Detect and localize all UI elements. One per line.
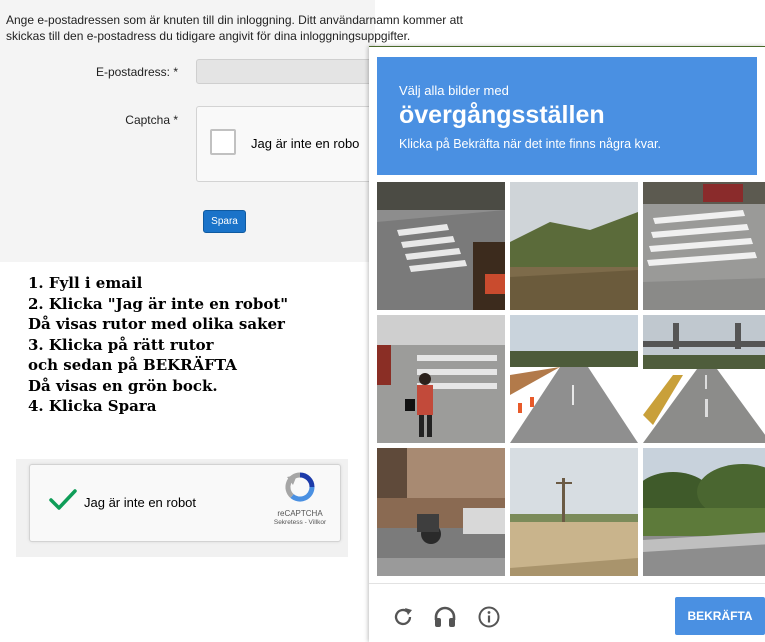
challenge-header: Välj alla bilder med övergångsställen Kl… [377,57,757,175]
challenge-hint: Klicka på Bekräfta när det inte finns nå… [399,137,661,151]
image-tile[interactable] [643,182,765,310]
instruction-line: 2. Klicka "Jag är inte en robot" [28,294,289,313]
instruction-line: 4. Klicka Spara [28,397,157,415]
recaptcha-widget[interactable]: Jag är inte en robot reCAPTCHA Sekretess… [29,464,341,542]
captcha-challenge-dialog: Välj alla bilder med övergångsställen Kl… [369,46,765,642]
image-tile[interactable] [510,315,638,443]
instruction-line: 3. Klicka på rätt rutor [28,335,214,354]
captcha-text: Jag är inte en robo [251,136,360,151]
intro-text: Ange e-postadressen som är knuten till d… [6,12,546,44]
footer-divider [369,583,765,584]
audio-icon[interactable] [431,603,459,631]
image-tile[interactable] [377,315,505,443]
challenge-target: övergångsställen [399,101,605,129]
image-tile[interactable] [510,182,638,310]
instruction-line: Då visas en grön bock. [28,376,218,395]
captcha-label: Captcha * [125,113,178,127]
captcha-checkbox[interactable] [210,129,236,155]
email-label: E-postadress: * [95,65,178,79]
instruction-line: och sedan på BEKRÄFTA [28,356,237,374]
recaptcha-brand: reCAPTCHA [277,509,323,518]
save-button[interactable]: Spara [203,210,246,233]
image-tile[interactable] [510,448,638,576]
info-icon[interactable] [475,603,503,631]
image-tile[interactable] [643,315,765,443]
recaptcha-links[interactable]: Sekretess - Villkor [269,519,331,526]
intro-line-2: skickas till den e-postadress du tidigar… [6,29,411,43]
image-tile[interactable] [377,182,505,310]
recaptcha-example: Jag är inte en robot reCAPTCHA Sekretess… [16,459,348,557]
instruction-line: Då visas rutor med olika saker [28,315,285,333]
verify-button[interactable]: BEKRÄFTA [675,597,765,635]
intro-line-1: Ange e-postadressen som är knuten till d… [6,13,463,27]
recaptcha-label: Jag är inte en robot [84,495,197,510]
checkmark-icon [49,489,77,510]
instruction-line: 1. Fyll i email [28,274,143,292]
challenge-instruction: Välj alla bilder med [399,83,509,98]
email-field[interactable] [196,59,386,84]
image-tile[interactable] [377,448,505,576]
instructions: 1. Fyll i email 2. Klicka "Jag är inte e… [28,273,288,417]
recaptcha-icon [285,472,315,502]
captcha-widget[interactable]: Jag är inte en robo [196,106,396,182]
image-tile[interactable] [643,448,765,576]
reload-icon[interactable] [389,603,417,631]
recaptcha-logo: reCAPTCHA Sekretess - Villkor [269,471,331,526]
